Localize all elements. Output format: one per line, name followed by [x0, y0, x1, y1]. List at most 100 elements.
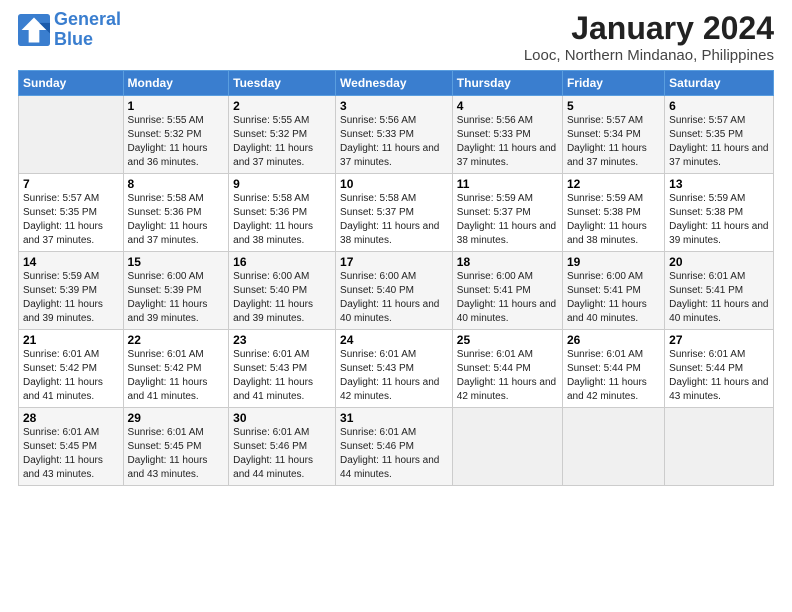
- daylight: Daylight: 11 hours and 37 minutes.: [128, 221, 208, 246]
- sunrise: Sunrise: 5:57 AM: [23, 193, 99, 204]
- logo-text: General Blue: [54, 10, 121, 50]
- day-cell: 12 Sunrise: 5:59 AM Sunset: 5:38 PM Dayl…: [562, 174, 664, 252]
- day-info: Sunrise: 6:00 AM Sunset: 5:41 PM Dayligh…: [567, 270, 660, 326]
- daylight: Daylight: 11 hours and 40 minutes.: [457, 299, 556, 324]
- daylight: Daylight: 11 hours and 43 minutes.: [128, 455, 208, 480]
- sunrise: Sunrise: 6:00 AM: [128, 271, 204, 282]
- day-cell: 22 Sunrise: 6:01 AM Sunset: 5:42 PM Dayl…: [123, 330, 229, 408]
- sunset: Sunset: 5:41 PM: [567, 285, 641, 296]
- sunrise: Sunrise: 5:56 AM: [457, 115, 533, 126]
- day-cell: 18 Sunrise: 6:00 AM Sunset: 5:41 PM Dayl…: [452, 252, 562, 330]
- day-info: Sunrise: 6:00 AM Sunset: 5:39 PM Dayligh…: [128, 270, 225, 326]
- sunset: Sunset: 5:35 PM: [669, 129, 743, 140]
- daylight: Daylight: 11 hours and 43 minutes.: [669, 377, 768, 402]
- day-number: 10: [340, 177, 448, 191]
- sunrise: Sunrise: 6:00 AM: [567, 271, 643, 282]
- sunrise: Sunrise: 5:58 AM: [128, 193, 204, 204]
- day-number: 19: [567, 255, 660, 269]
- sunset: Sunset: 5:43 PM: [233, 363, 307, 374]
- day-info: Sunrise: 6:01 AM Sunset: 5:43 PM Dayligh…: [340, 348, 448, 404]
- week-row: 14 Sunrise: 5:59 AM Sunset: 5:39 PM Dayl…: [19, 252, 774, 330]
- sunset: Sunset: 5:42 PM: [128, 363, 202, 374]
- day-info: Sunrise: 6:01 AM Sunset: 5:46 PM Dayligh…: [233, 426, 331, 482]
- sunrise: Sunrise: 5:56 AM: [340, 115, 416, 126]
- day-number: 11: [457, 177, 558, 191]
- header-row: SundayMondayTuesdayWednesdayThursdayFrid…: [19, 71, 774, 96]
- day-cell: 10 Sunrise: 5:58 AM Sunset: 5:37 PM Dayl…: [336, 174, 453, 252]
- day-cell: 11 Sunrise: 5:59 AM Sunset: 5:37 PM Dayl…: [452, 174, 562, 252]
- daylight: Daylight: 11 hours and 37 minutes.: [457, 143, 556, 168]
- sunset: Sunset: 5:44 PM: [567, 363, 641, 374]
- sunset: Sunset: 5:33 PM: [457, 129, 531, 140]
- day-cell: 30 Sunrise: 6:01 AM Sunset: 5:46 PM Dayl…: [229, 408, 336, 486]
- header-day: Monday: [123, 71, 229, 96]
- day-cell: 3 Sunrise: 5:56 AM Sunset: 5:33 PM Dayli…: [336, 96, 453, 174]
- day-number: 22: [128, 333, 225, 347]
- day-number: 5: [567, 99, 660, 113]
- day-info: Sunrise: 5:58 AM Sunset: 5:36 PM Dayligh…: [128, 192, 225, 248]
- sunrise: Sunrise: 6:01 AM: [128, 427, 204, 438]
- daylight: Daylight: 11 hours and 38 minutes.: [457, 221, 556, 246]
- sunset: Sunset: 5:40 PM: [340, 285, 414, 296]
- day-number: 31: [340, 411, 448, 425]
- sunrise: Sunrise: 6:00 AM: [233, 271, 309, 282]
- day-number: 3: [340, 99, 448, 113]
- sunrise: Sunrise: 6:01 AM: [23, 427, 99, 438]
- day-number: 4: [457, 99, 558, 113]
- sunset: Sunset: 5:37 PM: [340, 207, 414, 218]
- sunrise: Sunrise: 5:57 AM: [669, 115, 745, 126]
- logo: General Blue: [18, 10, 121, 50]
- day-number: 13: [669, 177, 769, 191]
- sunset: Sunset: 5:38 PM: [567, 207, 641, 218]
- day-cell: 24 Sunrise: 6:01 AM Sunset: 5:43 PM Dayl…: [336, 330, 453, 408]
- day-info: Sunrise: 6:00 AM Sunset: 5:40 PM Dayligh…: [340, 270, 448, 326]
- day-number: 17: [340, 255, 448, 269]
- day-info: Sunrise: 5:58 AM Sunset: 5:36 PM Dayligh…: [233, 192, 331, 248]
- day-cell: 1 Sunrise: 5:55 AM Sunset: 5:32 PM Dayli…: [123, 96, 229, 174]
- sunrise: Sunrise: 5:58 AM: [233, 193, 309, 204]
- sunset: Sunset: 5:36 PM: [233, 207, 307, 218]
- sunset: Sunset: 5:45 PM: [128, 441, 202, 452]
- day-number: 12: [567, 177, 660, 191]
- day-cell: 16 Sunrise: 6:00 AM Sunset: 5:40 PM Dayl…: [229, 252, 336, 330]
- sunset: Sunset: 5:38 PM: [669, 207, 743, 218]
- header-day: Wednesday: [336, 71, 453, 96]
- week-row: 28 Sunrise: 6:01 AM Sunset: 5:45 PM Dayl…: [19, 408, 774, 486]
- daylight: Daylight: 11 hours and 40 minutes.: [567, 299, 647, 324]
- day-cell: 31 Sunrise: 6:01 AM Sunset: 5:46 PM Dayl…: [336, 408, 453, 486]
- day-cell: 14 Sunrise: 5:59 AM Sunset: 5:39 PM Dayl…: [19, 252, 124, 330]
- day-info: Sunrise: 6:01 AM Sunset: 5:44 PM Dayligh…: [567, 348, 660, 404]
- day-info: Sunrise: 5:58 AM Sunset: 5:37 PM Dayligh…: [340, 192, 448, 248]
- day-cell: 28 Sunrise: 6:01 AM Sunset: 5:45 PM Dayl…: [19, 408, 124, 486]
- daylight: Daylight: 11 hours and 37 minutes.: [669, 143, 768, 168]
- day-info: Sunrise: 6:01 AM Sunset: 5:42 PM Dayligh…: [128, 348, 225, 404]
- daylight: Daylight: 11 hours and 42 minutes.: [340, 377, 439, 402]
- daylight: Daylight: 11 hours and 41 minutes.: [233, 377, 313, 402]
- daylight: Daylight: 11 hours and 38 minutes.: [340, 221, 439, 246]
- day-info: Sunrise: 6:01 AM Sunset: 5:45 PM Dayligh…: [23, 426, 119, 482]
- day-number: 27: [669, 333, 769, 347]
- sunset: Sunset: 5:46 PM: [233, 441, 307, 452]
- sunset: Sunset: 5:32 PM: [233, 129, 307, 140]
- sunset: Sunset: 5:41 PM: [669, 285, 743, 296]
- daylight: Daylight: 11 hours and 41 minutes.: [128, 377, 208, 402]
- day-cell: 15 Sunrise: 6:00 AM Sunset: 5:39 PM Dayl…: [123, 252, 229, 330]
- day-info: Sunrise: 6:01 AM Sunset: 5:42 PM Dayligh…: [23, 348, 119, 404]
- sunset: Sunset: 5:39 PM: [128, 285, 202, 296]
- week-row: 1 Sunrise: 5:55 AM Sunset: 5:32 PM Dayli…: [19, 96, 774, 174]
- sunset: Sunset: 5:45 PM: [23, 441, 97, 452]
- day-info: Sunrise: 6:01 AM Sunset: 5:44 PM Dayligh…: [457, 348, 558, 404]
- day-number: 6: [669, 99, 769, 113]
- day-cell: 27 Sunrise: 6:01 AM Sunset: 5:44 PM Dayl…: [665, 330, 774, 408]
- daylight: Daylight: 11 hours and 40 minutes.: [669, 299, 768, 324]
- sunset: Sunset: 5:43 PM: [340, 363, 414, 374]
- daylight: Daylight: 11 hours and 42 minutes.: [457, 377, 556, 402]
- day-number: 26: [567, 333, 660, 347]
- day-info: Sunrise: 5:56 AM Sunset: 5:33 PM Dayligh…: [340, 114, 448, 170]
- header-day: Tuesday: [229, 71, 336, 96]
- day-number: 1: [128, 99, 225, 113]
- day-info: Sunrise: 6:01 AM Sunset: 5:41 PM Dayligh…: [669, 270, 769, 326]
- sunset: Sunset: 5:36 PM: [128, 207, 202, 218]
- sunrise: Sunrise: 5:59 AM: [457, 193, 533, 204]
- day-cell: 23 Sunrise: 6:01 AM Sunset: 5:43 PM Dayl…: [229, 330, 336, 408]
